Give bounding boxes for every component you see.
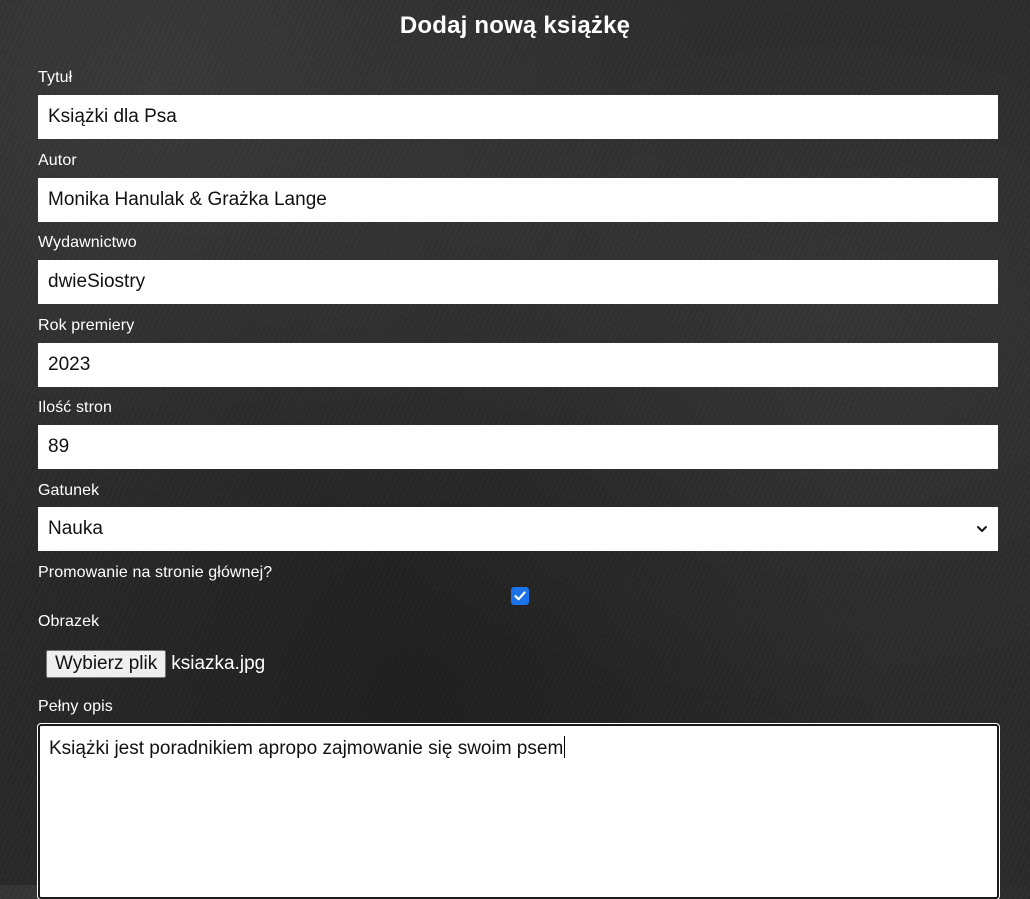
genre-label: Gatunek [38,482,100,499]
description-text: Książki jest poradnikiem apropo zajmowan… [49,738,564,759]
promote-label: Promowanie na stronie głównej? [38,564,273,581]
pages-input[interactable] [38,425,998,469]
choose-file-button[interactable]: Wybierz plik [46,650,167,678]
title-input[interactable] [38,95,998,139]
author-label: Autor [38,152,77,169]
publisher-input[interactable] [38,260,998,304]
description-label: Pełny opis [38,698,113,715]
promote-checkbox[interactable] [511,587,529,605]
author-input[interactable] [38,178,998,222]
add-book-form: Dodaj nową książkę Tytuł Autor Wydawnict… [0,0,1030,899]
checkmark-icon [514,591,526,601]
publisher-label: Wydawnictwo [38,234,137,251]
chevron-down-icon [977,526,987,532]
title-label: Tytuł [38,69,73,86]
image-file-picker: Wybierz plik ksiazka.jpg [46,650,265,678]
image-label: Obrazek [38,613,100,630]
selected-file-name: ksiazka.jpg [171,653,266,674]
genre-select[interactable]: Nauka [38,507,998,551]
text-caret [564,736,566,758]
year-input[interactable] [38,343,998,387]
pages-label: Ilość stron [38,399,113,416]
year-label: Rok premiery [38,317,135,334]
description-textarea[interactable]: Książki jest poradnikiem apropo zajmowan… [37,723,1000,899]
genre-selected-value: Nauka [48,518,103,539]
page-title: Dodaj nową książkę [399,12,631,39]
